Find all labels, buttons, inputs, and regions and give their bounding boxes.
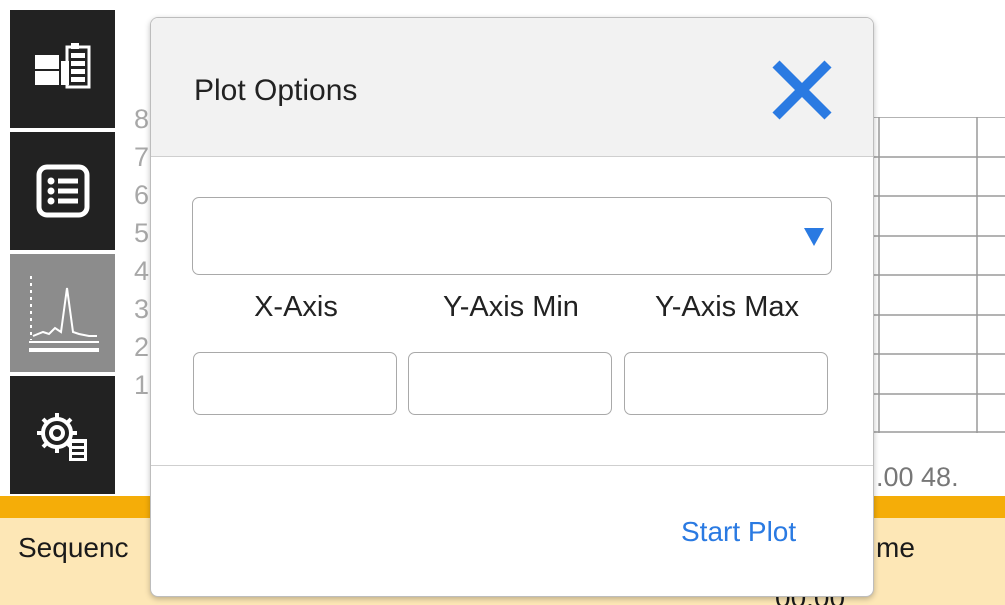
sequence-label: Sequenc	[18, 532, 129, 563]
y-tick-label: 5	[134, 218, 150, 248]
x-axis-label: X-Axis	[254, 291, 338, 323]
close-icon	[772, 60, 832, 120]
y-axis-max-input[interactable]	[624, 352, 828, 415]
sidebar-item-list[interactable]	[10, 132, 115, 250]
time-label: me	[876, 532, 915, 563]
y-tick-label: 3	[134, 294, 150, 324]
x-axis-input[interactable]	[193, 352, 397, 415]
y-tick-label: 6	[134, 180, 150, 210]
sidebar-item-chart[interactable]	[10, 254, 115, 372]
y-tick-label: 7	[134, 142, 150, 172]
plot-variable-select[interactable]	[192, 197, 832, 275]
sidebar-item-dashboard[interactable]	[10, 10, 115, 128]
y-axis-min-input[interactable]	[408, 352, 612, 415]
y-tick-label: 4	[134, 256, 150, 286]
sidebar-item-settings[interactable]	[10, 376, 115, 494]
chart-icon	[28, 276, 99, 352]
dropdown-arrow-icon	[804, 228, 824, 246]
dialog-divider	[151, 465, 873, 466]
dialog-title: Plot Options	[194, 74, 358, 107]
settings-icon	[36, 413, 87, 461]
y-tick-label: 1	[134, 370, 150, 400]
close-button[interactable]	[768, 56, 836, 124]
x-tick-label: .00 48.	[876, 462, 959, 492]
dashboard-icon	[34, 43, 90, 89]
y-axis-min-label: Y-Axis Min	[443, 291, 579, 323]
y-axis-max-label: Y-Axis Max	[655, 291, 799, 323]
plot-options-dialog: Plot Options X-Axis Y-Axis Min Y-Axis Ma…	[150, 17, 874, 597]
list-icon	[36, 164, 89, 218]
start-plot-button[interactable]: Start Plot	[681, 516, 796, 548]
app-screen: 8 7 6 5 4 3 2 1 .00 48. Sequenc me Plot …	[0, 0, 1005, 605]
y-tick-label: 8	[134, 104, 150, 134]
dialog-header: Plot Options	[151, 18, 873, 157]
y-tick-label: 2	[134, 332, 150, 362]
